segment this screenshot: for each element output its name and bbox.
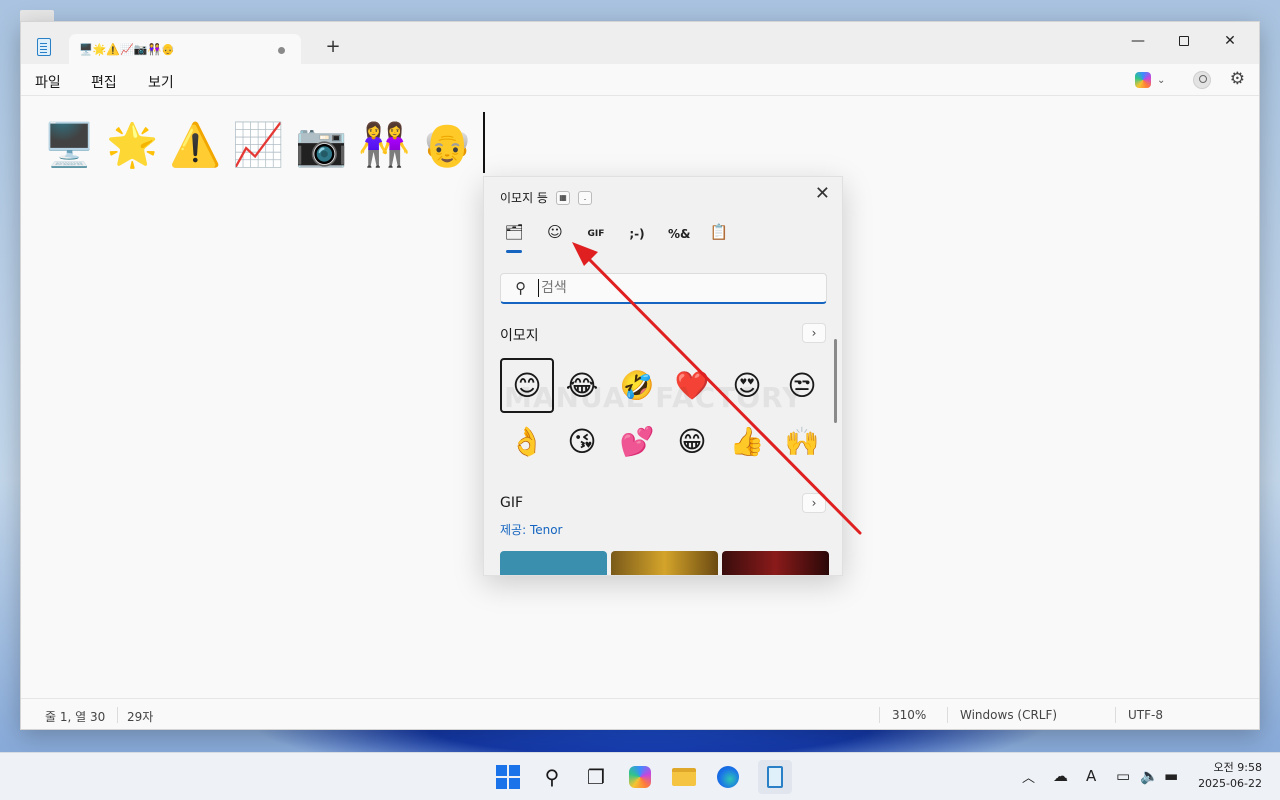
ime-icon[interactable]: A	[1086, 767, 1096, 785]
clock-time: 오전 9:58	[1213, 761, 1262, 774]
document-tab[interactable]: 🖥️🌟⚠️📈📷👭👴	[69, 34, 301, 65]
emoji-more-button[interactable]: ›	[802, 323, 826, 343]
status-bar: 줄 1, 열 30 29자 310% Windows (CRLF) UTF-8	[21, 698, 1259, 730]
close-button[interactable]: ✕	[1207, 26, 1253, 56]
emoji-chart: 📈	[232, 120, 285, 169]
emoji-camera: 📷	[295, 120, 348, 169]
emoji-star: 🌟	[106, 120, 159, 169]
gif-thumbnail[interactable]	[611, 551, 718, 575]
emoji-item[interactable]: 👌	[500, 414, 554, 469]
taskbar: ⚲ ❐ ︿ ☁ A ▭ 🔈 ▬ 오전 9:58 2025-06-22	[0, 752, 1280, 800]
gif-section-label: GIF	[500, 495, 524, 511]
windows-logo-icon	[496, 765, 520, 789]
volume-icon[interactable]: 🔈	[1140, 767, 1159, 785]
system-clock[interactable]: 오전 9:58 2025-06-22	[1198, 760, 1262, 792]
menu-bar: 파일 편집 보기 ⌄ ⚙	[21, 64, 1259, 96]
emoji-women-holding-hands: 👭	[358, 120, 411, 169]
divider	[117, 707, 118, 723]
panel-title: 이모지 등 ▦ .	[500, 189, 592, 206]
chevron-down-icon: ⌄	[1157, 74, 1166, 86]
cursor-position: 줄 1, 열 30	[45, 710, 106, 724]
search-icon: ⚲	[515, 279, 526, 297]
zoom-level[interactable]: 310%	[892, 708, 926, 722]
network-icon[interactable]: ▭	[1116, 767, 1130, 785]
emoji-item[interactable]: 😁	[665, 414, 719, 469]
tray-overflow-chevron-icon[interactable]: ︿	[1022, 767, 1035, 786]
copilot-taskbar-icon[interactable]	[626, 763, 654, 791]
panel-close-button[interactable]: ✕	[815, 183, 830, 204]
copilot-button[interactable]: ⌄	[1135, 71, 1171, 89]
gif-thumbnails	[500, 551, 829, 575]
emoji-item[interactable]: 😘	[555, 414, 609, 469]
gif-thumbnail[interactable]	[500, 551, 607, 575]
copilot-icon	[1135, 72, 1151, 88]
emoji-item[interactable]: 💕	[610, 414, 664, 469]
unsaved-dot-icon[interactable]	[278, 47, 285, 54]
title-bar: 🖥️🌟⚠️📈📷👭👴 + — ✕	[21, 22, 1259, 65]
emoji-item[interactable]: 🙌	[775, 414, 829, 469]
tab-gif[interactable]: GIF	[586, 223, 606, 245]
period-key-icon: .	[577, 190, 592, 205]
tab-emoji[interactable]: ☺	[545, 223, 565, 245]
emoji-warning: ⚠️	[169, 120, 222, 169]
tab-kaomoji[interactable]: ;-)	[627, 223, 647, 245]
task-view-icon[interactable]: ❐	[582, 763, 610, 791]
search-box[interactable]: ⚲	[500, 273, 827, 304]
panel-scrollbar[interactable]	[834, 339, 837, 423]
tab-recent[interactable]: 🗂	[504, 223, 524, 253]
gif-provider-link[interactable]: 제공: Tenor	[500, 521, 563, 538]
char-count: 29자	[127, 710, 154, 724]
encoding[interactable]: UTF-8	[1128, 708, 1163, 722]
clock-date: 2025-06-22	[1198, 777, 1262, 790]
watermark: MANUAL FACTORY	[504, 381, 804, 414]
emoji-item[interactable]: 👍	[720, 414, 774, 469]
gif-thumbnail[interactable]	[722, 551, 829, 575]
divider	[1115, 707, 1116, 723]
divider	[947, 707, 948, 723]
emoji-panel: 이모지 등 ▦ . ✕ 🗂 ☺ GIF ;-) %& 📋 ⚲ 이모지 › 😊 😂…	[483, 176, 843, 576]
tab-symbols[interactable]: %&	[668, 223, 691, 245]
new-tab-button[interactable]: +	[321, 36, 345, 60]
edge-browser-icon[interactable]	[714, 763, 742, 791]
tab-title: 🖥️🌟⚠️📈📷👭👴	[79, 43, 175, 56]
menu-file[interactable]: 파일	[35, 72, 61, 92]
start-button[interactable]	[494, 763, 522, 791]
emoji-computer: 🖥️	[43, 120, 96, 169]
panel-title-text: 이모지 등	[500, 191, 548, 205]
settings-gear-icon[interactable]: ⚙	[1230, 69, 1245, 89]
text-caret	[483, 112, 485, 173]
tab-clipboard[interactable]: 📋	[709, 223, 729, 245]
maximize-icon	[1179, 36, 1189, 46]
emoji-old-man: 👴	[421, 120, 474, 169]
gif-more-button[interactable]: ›	[802, 493, 826, 513]
win-key-icon: ▦	[555, 190, 570, 205]
emoji-section-label: 이모지	[500, 328, 539, 344]
notepad-taskbar-icon[interactable]	[758, 760, 792, 794]
maximize-button[interactable]	[1161, 26, 1207, 56]
category-tabs: 🗂 ☺ GIF ;-) %& 📋	[504, 223, 729, 253]
battery-icon[interactable]: ▬	[1164, 767, 1178, 785]
file-explorer-icon[interactable]	[670, 763, 698, 791]
onedrive-offline-icon[interactable]: ☁	[1053, 767, 1068, 785]
menu-view[interactable]: 보기	[148, 72, 174, 92]
account-button[interactable]	[1193, 71, 1211, 89]
editor-emoji-text: 🖥️ 🌟 ⚠️ 📈 📷 👭 👴	[43, 119, 474, 171]
line-ending[interactable]: Windows (CRLF)	[960, 708, 1057, 722]
search-taskbar-icon[interactable]: ⚲	[538, 763, 566, 791]
search-input[interactable]	[538, 279, 798, 297]
emoji-grid: 😊 😂 🤣 ❤️ 😍 😒 👌 😘 💕 😁 👍 🙌	[500, 358, 830, 470]
divider	[879, 707, 880, 723]
minimize-button[interactable]: —	[1115, 26, 1161, 56]
menu-edit[interactable]: 편집	[91, 72, 117, 92]
notepad-app-icon	[37, 38, 51, 56]
